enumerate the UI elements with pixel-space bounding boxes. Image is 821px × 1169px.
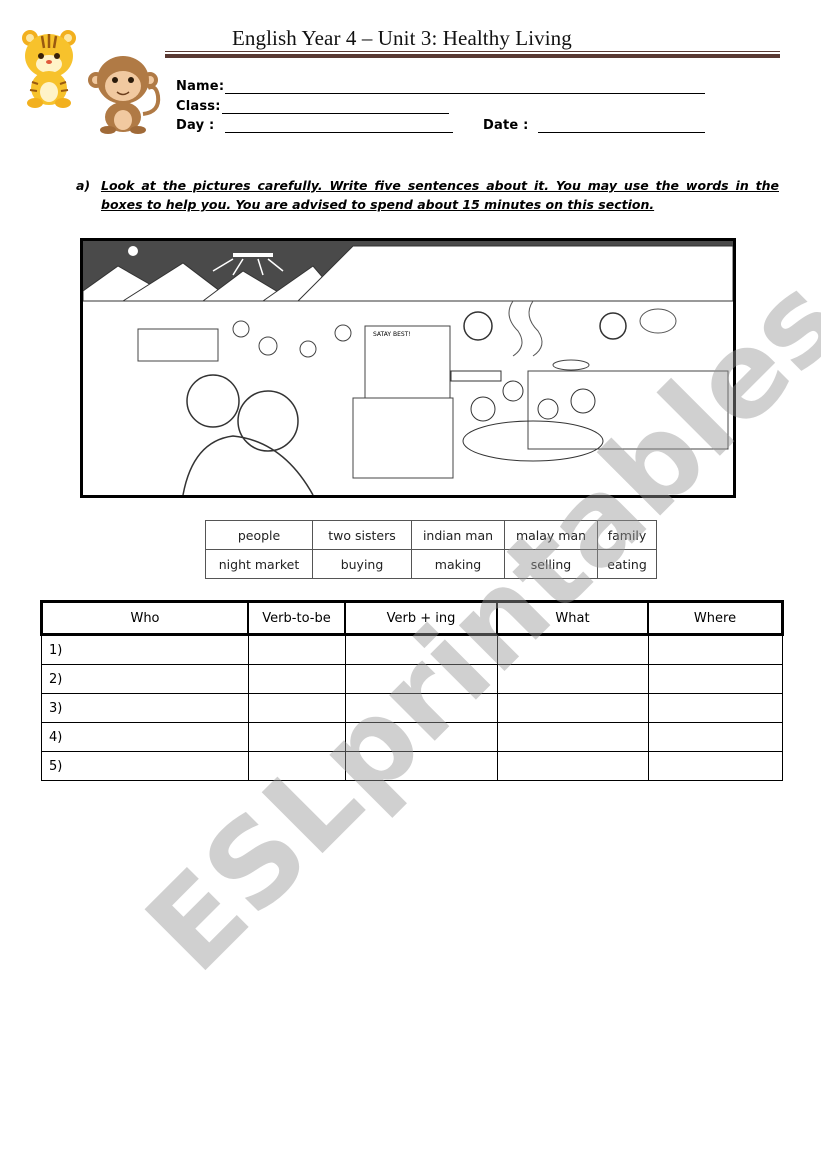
word-cell: two sisters [312, 520, 412, 550]
night-market-picture: SATAY BEST! [80, 238, 736, 498]
answer-row: 4) [41, 722, 783, 752]
answer-row: 1) [41, 634, 783, 665]
word-cell: eating [597, 549, 657, 579]
answer-cell[interactable] [247, 722, 346, 752]
answer-cell[interactable] [647, 722, 783, 752]
answer-cell[interactable] [496, 664, 649, 694]
answer-cell-who[interactable]: 5) [41, 751, 249, 781]
word-cell: making [411, 549, 505, 579]
class-field[interactable] [222, 113, 449, 114]
tiger-icon [22, 30, 76, 108]
instruction-marker: a) [76, 178, 91, 193]
answer-cell[interactable] [344, 693, 498, 723]
answer-table-header: Who Verb-to-be Verb + ing What Where [40, 600, 784, 636]
answer-row: 5) [41, 751, 783, 781]
word-cell: buying [312, 549, 412, 579]
header-verb-ing: Verb + ing [344, 600, 498, 636]
answer-table: Who Verb-to-be Verb + ing What Where 1) … [40, 600, 784, 781]
watermark: ESLprintables.com [120, 24, 821, 998]
word-bank: people two sisters indian man malay man … [205, 520, 657, 579]
answer-cell[interactable] [496, 693, 649, 723]
answer-cell-who[interactable]: 4) [41, 722, 249, 752]
name-field[interactable] [225, 93, 705, 94]
name-label: Name: [176, 79, 225, 94]
word-cell: selling [504, 549, 598, 579]
answer-cell-who[interactable]: 2) [41, 664, 249, 694]
title-rule-thin [165, 51, 780, 52]
answer-cell[interactable] [247, 751, 346, 781]
answer-cell[interactable] [647, 634, 783, 665]
class-label: Class: [176, 99, 221, 114]
word-cell: night market [205, 549, 313, 579]
answer-cell[interactable] [647, 693, 783, 723]
date-field[interactable] [538, 132, 705, 133]
answer-cell[interactable] [344, 751, 498, 781]
night-market-illustration: SATAY BEST! [83, 241, 733, 495]
answer-cell[interactable] [247, 664, 346, 694]
answer-cell-who[interactable]: 1) [41, 634, 249, 665]
day-label: Day : [176, 118, 215, 133]
answer-cell[interactable] [647, 664, 783, 694]
word-bank-row: people two sisters indian man malay man … [205, 520, 657, 550]
monkey-icon [88, 56, 161, 134]
word-cell: family [597, 520, 657, 550]
answer-cell[interactable] [344, 664, 498, 694]
answer-cell[interactable] [344, 722, 498, 752]
header-what: What [496, 600, 649, 636]
stall-sign: SATAY BEST! [373, 331, 411, 338]
answer-row: 2) [41, 664, 783, 694]
answer-cell-who[interactable]: 3) [41, 693, 249, 723]
header-who: Who [40, 600, 249, 636]
word-cell: people [205, 520, 313, 550]
word-cell: malay man [504, 520, 598, 550]
answer-cell[interactable] [247, 693, 346, 723]
answer-cell[interactable] [496, 722, 649, 752]
header-verb-to-be: Verb-to-be [247, 600, 346, 636]
answer-cell[interactable] [647, 751, 783, 781]
word-cell: indian man [411, 520, 505, 550]
title-rule-thick [165, 54, 780, 58]
instruction-text: Look at the pictures carefully. Write fi… [101, 178, 779, 212]
answer-cell[interactable] [344, 634, 498, 665]
answer-cell[interactable] [496, 634, 649, 665]
answer-cell[interactable] [247, 634, 346, 665]
answer-row: 3) [41, 693, 783, 723]
worksheet-title: English Year 4 – Unit 3: Healthy Living [232, 26, 572, 50]
answer-cell[interactable] [496, 751, 649, 781]
day-field[interactable] [225, 132, 453, 133]
word-bank-row: night market buying making selling eatin… [205, 549, 657, 579]
header-where: Where [647, 600, 784, 636]
date-label: Date : [483, 118, 529, 133]
